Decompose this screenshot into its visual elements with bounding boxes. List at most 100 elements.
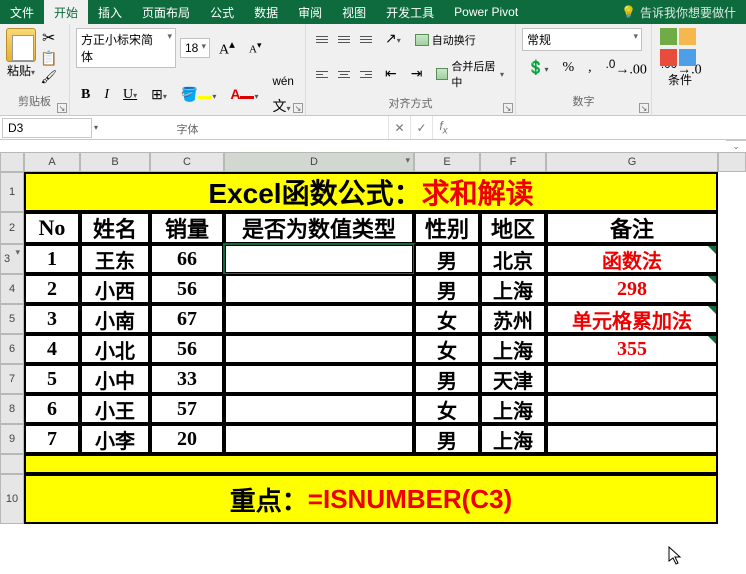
cell-A7[interactable]: 5 (24, 364, 80, 394)
align-middle-button[interactable] (334, 31, 354, 49)
col-header-D[interactable]: D (224, 152, 414, 172)
tab-insert[interactable]: 插入 (88, 0, 132, 25)
percent-button[interactable]: % (557, 57, 579, 79)
cell-G3[interactable]: 函数法 (546, 244, 718, 274)
cell-A3[interactable]: 1 (24, 244, 80, 274)
align-top-button[interactable] (312, 31, 332, 49)
cell-D3[interactable] (224, 244, 414, 274)
col-header-G[interactable]: G (546, 152, 718, 172)
cell-E8[interactable]: 女 (414, 394, 480, 424)
cell-A6[interactable]: 4 (24, 334, 80, 364)
cancel-formula-button[interactable]: ✕ (388, 116, 410, 139)
tab-data[interactable]: 数据 (244, 0, 288, 25)
border-button[interactable]: ⊞▾ (146, 84, 172, 107)
cell-E9[interactable]: 男 (414, 424, 480, 454)
tab-file[interactable]: 文件 (0, 0, 44, 25)
cell-F3[interactable]: 北京 (480, 244, 546, 274)
align-right-button[interactable] (356, 65, 376, 83)
cell-E7[interactable]: 男 (414, 364, 480, 394)
fill-color-button[interactable]: 🪣▾ (176, 84, 221, 107)
row-header-7[interactable]: 7 (0, 364, 24, 394)
cell-C4[interactable]: 56 (150, 274, 224, 304)
cell-D4[interactable] (224, 274, 414, 304)
cell-E5[interactable]: 女 (414, 304, 480, 334)
alignment-launcher[interactable]: ↘ (503, 103, 513, 113)
row-header-8[interactable]: 8 (0, 394, 24, 424)
align-center-button[interactable] (334, 65, 354, 83)
comment-indicator[interactable] (708, 336, 716, 344)
cell-C8[interactable]: 57 (150, 394, 224, 424)
col-header-F[interactable]: F (480, 152, 546, 172)
cell-B6[interactable]: 小北 (80, 334, 150, 364)
row-header-4[interactable]: 4 (0, 274, 24, 304)
cell-G6[interactable]: 355 (546, 334, 718, 364)
font-launcher[interactable]: ↘ (293, 103, 303, 113)
font-color-button[interactable]: A▾ (225, 83, 263, 107)
comment-indicator[interactable] (708, 276, 716, 284)
bold-button[interactable]: B (76, 84, 95, 106)
cell-A9[interactable]: 7 (24, 424, 80, 454)
row-header-6[interactable]: 6 (0, 334, 24, 364)
row-header-3[interactable]: 3 (0, 244, 24, 274)
number-launcher[interactable]: ↘ (639, 103, 649, 113)
accounting-format-button[interactable]: 💲▾ (522, 57, 553, 80)
cell-B4[interactable]: 小西 (80, 274, 150, 304)
cell-G7[interactable] (546, 364, 718, 394)
cell-B5[interactable]: 小南 (80, 304, 150, 334)
row-header-5[interactable]: 5 (0, 304, 24, 334)
cell-G5[interactable]: 单元格累加法 (546, 304, 718, 334)
cell-E4[interactable]: 男 (414, 274, 480, 304)
cell-A8[interactable]: 6 (24, 394, 80, 424)
cell-F9[interactable]: 上海 (480, 424, 546, 454)
comma-button[interactable]: , (583, 57, 597, 79)
cell-E6[interactable]: 女 (414, 334, 480, 364)
col-header-E[interactable]: E (414, 152, 480, 172)
tab-dev[interactable]: 开发工具 (376, 0, 444, 25)
increase-indent-button[interactable]: ⇥ (406, 63, 428, 86)
clipboard-launcher[interactable]: ↘ (57, 103, 67, 113)
underline-button[interactable]: U▾ (118, 84, 142, 106)
col-header-C[interactable]: C (150, 152, 224, 172)
cell-G4[interactable]: 298 (546, 274, 718, 304)
cell-F5[interactable]: 苏州 (480, 304, 546, 334)
cell-D5[interactable] (224, 304, 414, 334)
col-header-B[interactable]: B (80, 152, 150, 172)
cut-button[interactable]: ✂ (42, 28, 55, 48)
cell-F4[interactable]: 上海 (480, 274, 546, 304)
cell-F8[interactable]: 上海 (480, 394, 546, 424)
tab-home[interactable]: 开始 (44, 0, 88, 25)
cell-D7[interactable] (224, 364, 414, 394)
cell-B3[interactable]: 王东 (80, 244, 150, 274)
font-name-select[interactable]: 方正小标宋简体 (76, 28, 176, 68)
wrap-text-button[interactable]: 自动换行 (410, 29, 481, 51)
cell-C9[interactable]: 20 (150, 424, 224, 454)
font-size-select[interactable]: 18 (180, 38, 210, 58)
tab-layout[interactable]: 页面布局 (132, 0, 200, 25)
row-header-1[interactable]: 1 (0, 172, 24, 212)
cell-A5[interactable]: 3 (24, 304, 80, 334)
increase-font-button[interactable]: A▴ (214, 34, 240, 62)
cell-F7[interactable]: 天津 (480, 364, 546, 394)
decrease-font-button[interactable]: A▾ (244, 37, 267, 59)
cell-B8[interactable]: 小王 (80, 394, 150, 424)
row-header-10[interactable]: 10 (0, 474, 24, 524)
row-header-blank[interactable] (0, 454, 24, 474)
cell-G8[interactable] (546, 394, 718, 424)
cell-B7[interactable]: 小中 (80, 364, 150, 394)
merge-center-button[interactable]: 合并后居中▾ (431, 55, 509, 93)
align-bottom-button[interactable] (356, 31, 376, 49)
tab-formulas[interactable]: 公式 (200, 0, 244, 25)
cell-D8[interactable] (224, 394, 414, 424)
col-header-A[interactable]: A (24, 152, 80, 172)
orientation-button[interactable]: ↗▾ (380, 28, 406, 51)
select-all-corner[interactable] (0, 152, 24, 172)
cell-D6[interactable] (224, 334, 414, 364)
cell-C6[interactable]: 56 (150, 334, 224, 364)
copy-button[interactable]: 📋 (40, 50, 57, 67)
expand-formula-bar[interactable]: ⌄ (726, 140, 746, 152)
enter-formula-button[interactable]: ✓ (410, 116, 432, 139)
insert-function-button[interactable]: fx (432, 116, 454, 139)
tab-review[interactable]: 审阅 (288, 0, 332, 25)
number-format-select[interactable]: 常规 (522, 28, 642, 51)
cell-E3[interactable]: 男 (414, 244, 480, 274)
